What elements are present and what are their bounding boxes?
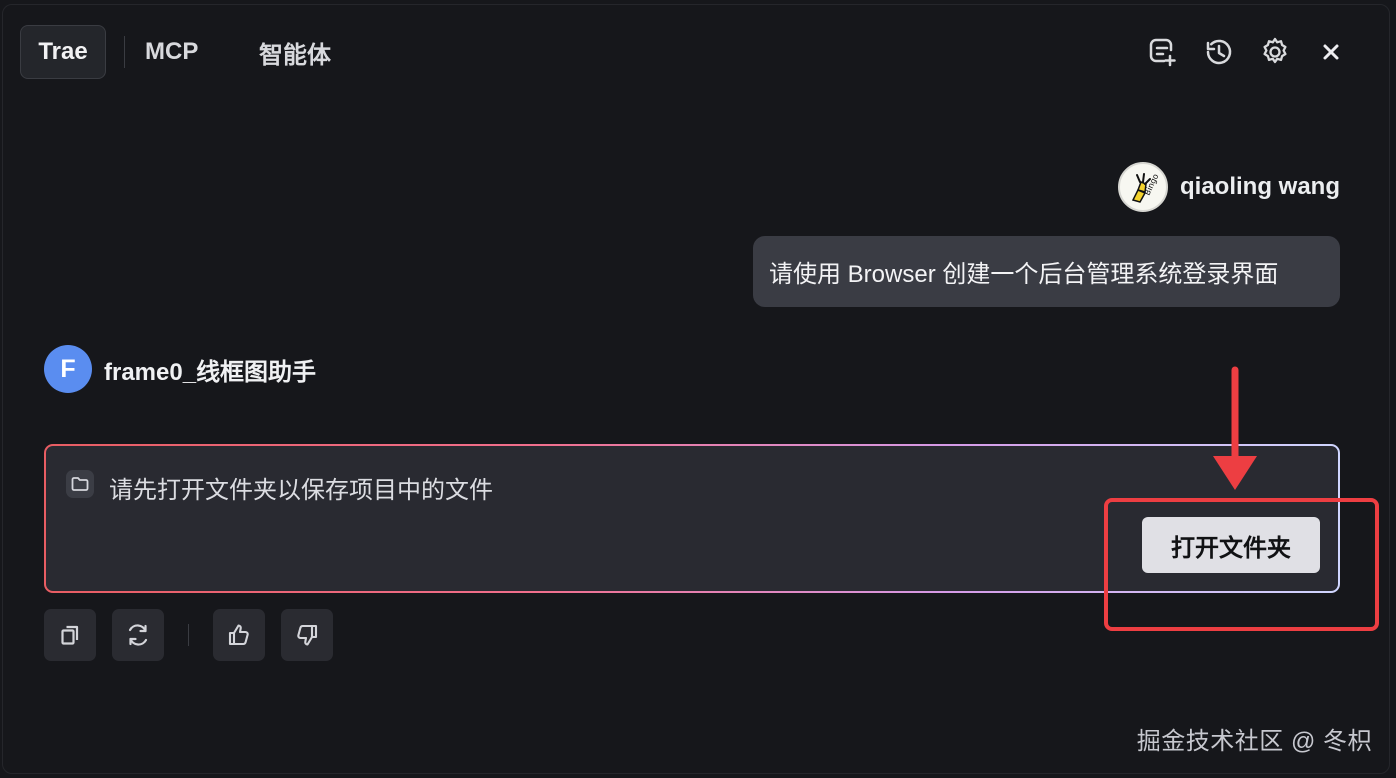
new-chat-button[interactable] [1146,33,1180,71]
folder-icon [66,470,94,498]
copy-icon [61,625,79,645]
assistant-name: frame0_线框图助手 [104,358,317,386]
annotation-arrow-icon [1213,366,1257,490]
thumbs-down-icon [297,624,318,646]
new-chat-icon [1149,38,1176,67]
assistant-header: F frame0_线框图助手 [44,345,316,393]
user-name: qiaoling wang [1180,173,1340,200]
chat-window: Trae MCP 智能体 Bingo qiaoling wang 请使用 Bro… [0,0,1396,778]
bingo-avatar-icon: Bingo [1131,172,1160,203]
reaction-divider [188,624,189,646]
top-action-group [1146,33,1348,71]
watermark: 掘金技术社区 @ 冬枳 [1136,728,1372,755]
close-icon [1323,44,1339,60]
user-message-bubble: 请使用 Browser 创建一个后台管理系统登录界面 [753,236,1340,307]
assistant-avatar: F [44,345,92,393]
regenerate-button[interactable] [112,609,164,661]
open-folder-card-body: 请先打开文件夹以保存项目中的文件 打开文件夹 [46,446,1338,591]
folder-prompt-text: 请先打开文件夹以保存项目中的文件 [109,477,493,504]
refresh-icon [128,624,148,646]
reaction-bar [44,609,333,661]
top-tab-bar: Trae MCP 智能体 [20,24,347,80]
tab-mcp[interactable]: MCP [143,25,247,79]
user-avatar: Bingo [1118,162,1168,212]
open-folder-button[interactable]: 打开文件夹 [1142,517,1320,573]
settings-button[interactable] [1258,33,1292,71]
copy-button[interactable] [44,609,96,661]
tab-divider [124,36,125,68]
close-button[interactable] [1314,33,1348,71]
open-folder-card: 请先打开文件夹以保存项目中的文件 打开文件夹 [44,444,1340,593]
user-message-header: Bingo qiaoling wang [1118,162,1340,212]
history-button[interactable] [1202,33,1236,71]
tab-agent[interactable]: 智能体 [247,25,347,79]
thumbs-up-icon [228,624,249,646]
thumbs-down-button[interactable] [281,609,333,661]
history-icon [1206,39,1232,65]
tab-trae[interactable]: Trae [20,25,106,79]
gear-icon [1263,37,1287,64]
thumbs-up-button[interactable] [213,609,265,661]
